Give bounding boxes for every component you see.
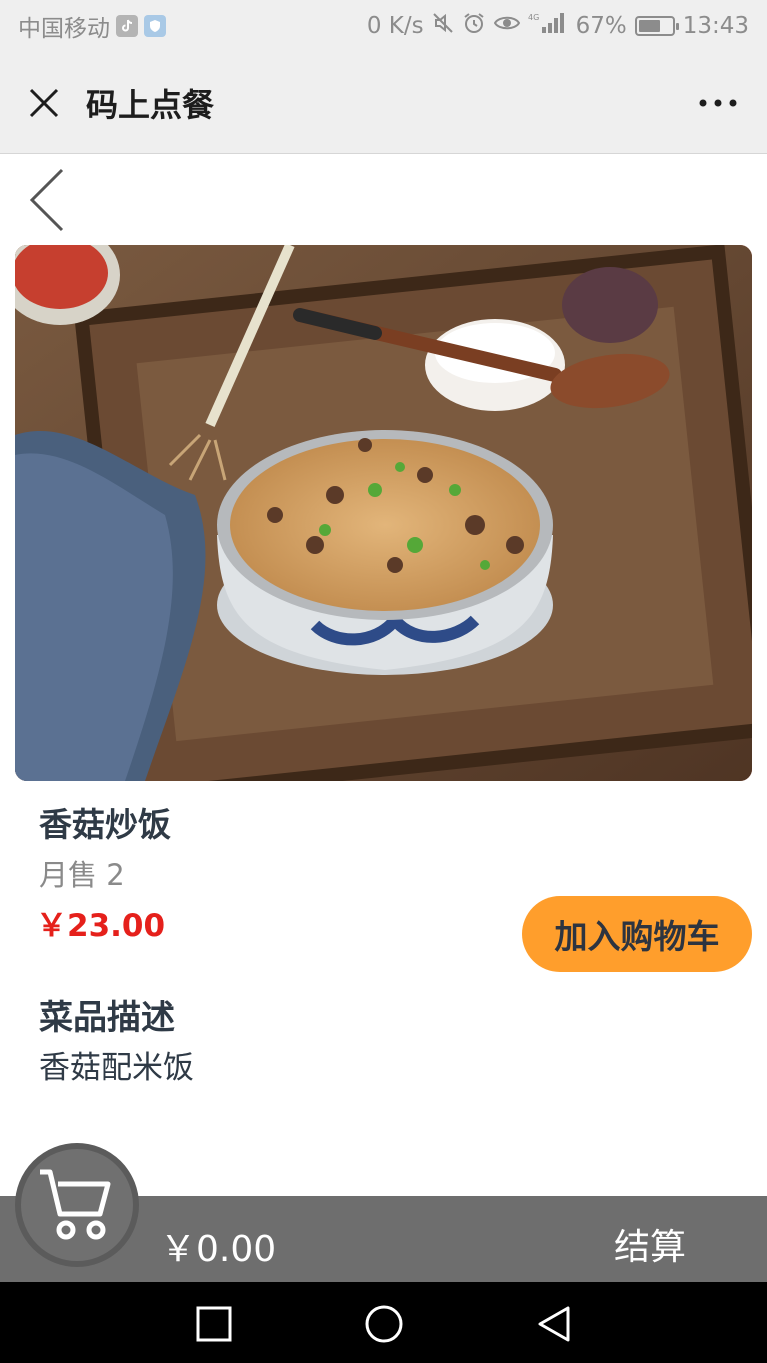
- checkout-button[interactable]: 结算: [614, 1218, 686, 1270]
- dish-image: [15, 245, 752, 781]
- square-icon: [196, 1306, 232, 1342]
- back-nav-button[interactable]: [532, 1302, 576, 1346]
- mute-icon: [432, 12, 454, 40]
- svg-text:4G: 4G: [528, 13, 539, 22]
- system-nav-bar: [0, 1282, 767, 1363]
- more-dots-icon: [699, 99, 737, 106]
- monthly-sales: 月售 2: [39, 858, 125, 892]
- add-to-cart-button[interactable]: 加入购物车: [522, 896, 752, 972]
- network-speed: 0 K/s: [366, 13, 424, 39]
- page-title: 码上点餐: [86, 85, 215, 124]
- status-left: 中国移动: [18, 9, 166, 43]
- status-right: 0 K/s 4G 67% 13:43: [367, 11, 749, 41]
- dish-price: ￥23.00: [36, 908, 166, 944]
- signal-icon: 4G: [528, 11, 568, 41]
- clock: 13:43: [682, 13, 749, 39]
- battery-percent: 67%: [575, 13, 627, 39]
- more-button[interactable]: [693, 83, 743, 123]
- circle-icon: [365, 1305, 403, 1343]
- chevron-left-icon: [29, 168, 64, 232]
- status-bar: 中国移动 0 K/s 4G 67% 13:43: [0, 0, 767, 52]
- shield-app-icon: [144, 15, 166, 37]
- dish-name: 香菇炒饭: [39, 805, 171, 844]
- eye-icon: [493, 13, 520, 39]
- recent-apps-button[interactable]: [192, 1302, 236, 1346]
- close-icon: [29, 88, 59, 117]
- cart-total: ￥0.00: [160, 1229, 277, 1270]
- back-button[interactable]: [26, 168, 70, 232]
- mini-program-header: 码上点餐: [0, 52, 767, 154]
- carrier-name: 中国移动: [18, 16, 110, 42]
- alarm-icon: [462, 11, 486, 41]
- close-button[interactable]: [24, 83, 64, 123]
- shopping-cart-icon: [40, 1169, 111, 1240]
- cart-button[interactable]: [15, 1143, 139, 1267]
- battery-icon: [634, 16, 679, 36]
- home-button[interactable]: [362, 1302, 406, 1346]
- dish-description: 香菇配米饭: [39, 1050, 194, 1086]
- triangle-back-icon: [538, 1306, 570, 1342]
- tiktok-icon: [116, 15, 138, 37]
- description-title: 菜品描述: [39, 998, 175, 1038]
- battery-fill: [638, 20, 661, 32]
